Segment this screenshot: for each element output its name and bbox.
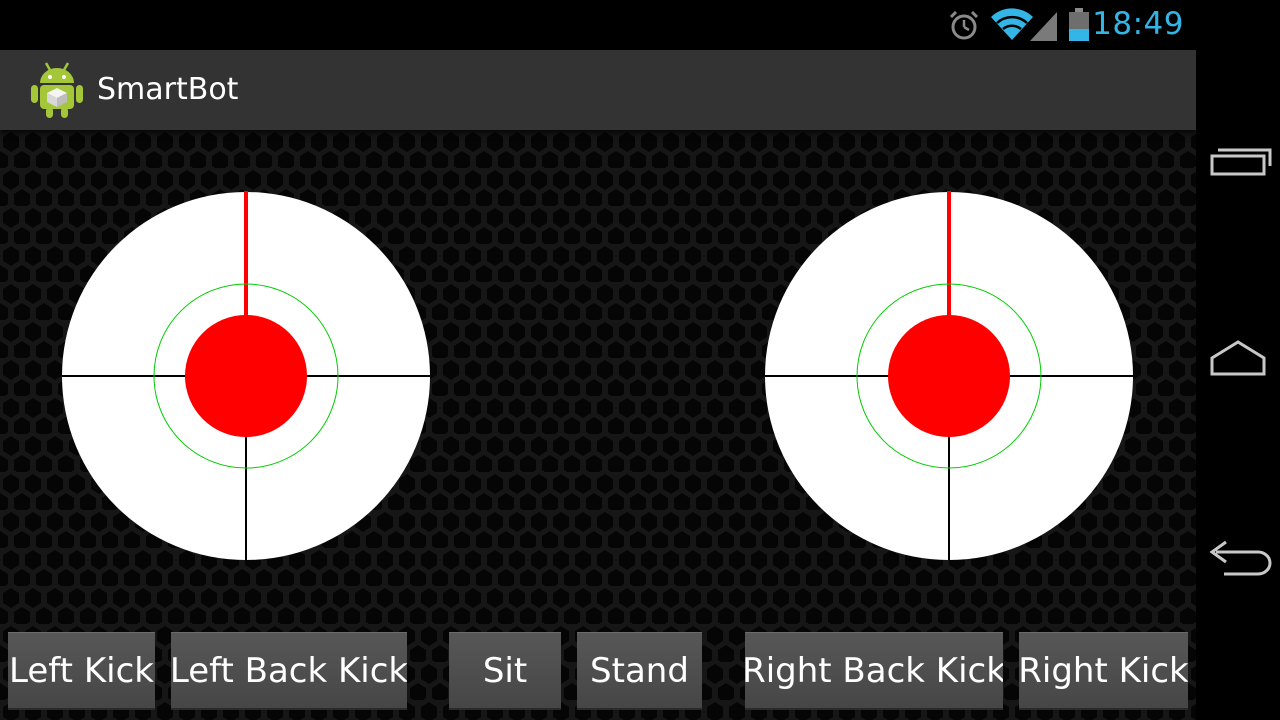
left-joystick[interactable]	[61, 191, 431, 561]
home-icon[interactable]	[1204, 330, 1272, 394]
right-back-kick-button[interactable]: Right Back Kick	[745, 632, 1003, 710]
recent-apps-icon[interactable]	[1204, 130, 1272, 194]
left-kick-button[interactable]: Left Kick	[8, 632, 155, 710]
app-title: SmartBot	[97, 72, 239, 107]
status-clock: 18:49	[1092, 6, 1184, 42]
action-bar: SmartBot	[0, 50, 1196, 130]
navigation-bar	[1196, 0, 1280, 720]
right-joystick[interactable]	[764, 191, 1134, 561]
joystick-knob[interactable]	[888, 315, 1010, 437]
right-kick-button[interactable]: Right Kick	[1019, 632, 1188, 710]
joystick-knob[interactable]	[185, 315, 307, 437]
app-screen: 18:49 SmartBot Left Kick Left Back Kick …	[0, 0, 1196, 720]
back-icon[interactable]	[1204, 528, 1272, 592]
sit-button[interactable]: Sit	[449, 632, 561, 710]
alarm-icon	[947, 9, 981, 47]
stand-button[interactable]: Stand	[577, 632, 702, 710]
status-bar: 18:49	[0, 0, 1196, 50]
battery-icon	[1068, 8, 1090, 46]
android-robot-icon	[30, 61, 84, 123]
cell-signal-icon	[1030, 10, 1058, 46]
wifi-icon	[990, 7, 1034, 47]
left-back-kick-button[interactable]: Left Back Kick	[171, 632, 407, 710]
